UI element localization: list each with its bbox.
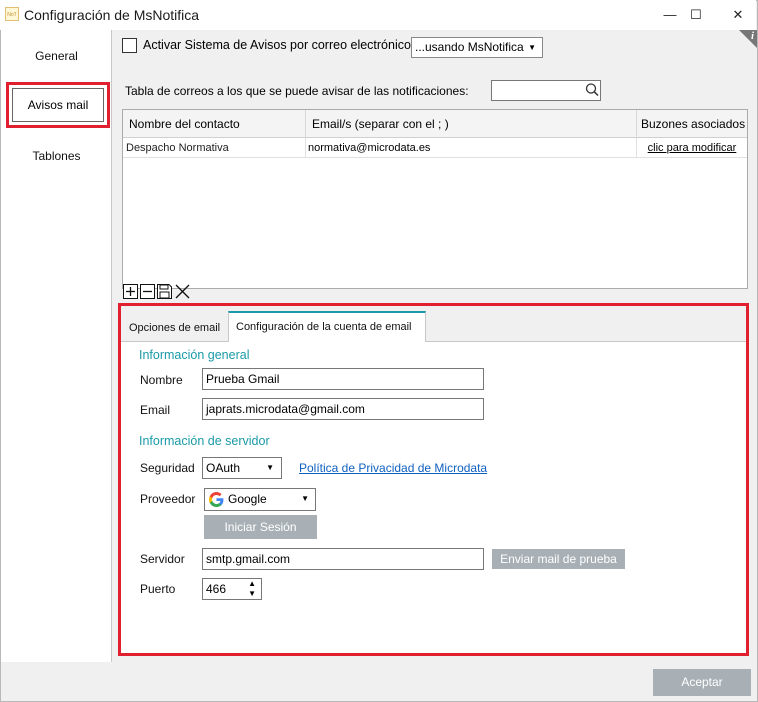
- contacts-table: Nombre del contacto Email/s (separar con…: [122, 109, 748, 289]
- search-icon[interactable]: [584, 82, 600, 98]
- remove-row-icon[interactable]: [140, 284, 155, 299]
- modo-aviso-select[interactable]: ...usando MsNotifica ▼: [411, 37, 543, 58]
- chevron-down-icon: ▼: [528, 43, 536, 52]
- sidebar-item-general[interactable]: General: [1, 38, 112, 74]
- table-cell-nombre[interactable]: Despacho Normativa: [123, 138, 306, 158]
- column-header-email[interactable]: Email/s (separar con el ; ): [306, 110, 637, 138]
- column-header-buzones[interactable]: Buzones asociados: [637, 110, 747, 138]
- delete-icon[interactable]: [175, 284, 190, 299]
- column-header-nombre[interactable]: Nombre del contacto: [123, 110, 306, 138]
- table-header: Nombre del contacto Email/s (separar con…: [123, 110, 747, 138]
- app-icon: NoT: [5, 7, 19, 21]
- highlight-frame: [118, 303, 749, 656]
- minimize-button[interactable]: —: [660, 5, 680, 25]
- activar-avisos-checkbox[interactable]: [122, 38, 137, 53]
- modificar-buzones-link[interactable]: clic para modificar: [637, 138, 747, 158]
- tabla-correos-label: Tabla de correos a los que se puede avis…: [125, 84, 469, 98]
- close-button[interactable]: ✕: [728, 5, 748, 25]
- sidebar-item-avisos-mail[interactable]: Avisos mail: [12, 88, 104, 122]
- sidebar-item-tablones[interactable]: Tablones: [1, 138, 112, 174]
- sidebar: General Avisos mail Tablones: [1, 30, 112, 662]
- sidebar-item-avisos-mail-highlight: Avisos mail: [6, 82, 110, 128]
- modo-aviso-value: ...usando MsNotifica: [415, 40, 524, 54]
- maximize-button[interactable]: ☐: [686, 5, 706, 25]
- window-title: Configuración de MsNotifica: [24, 7, 200, 23]
- save-icon[interactable]: [157, 284, 172, 299]
- aceptar-button[interactable]: Aceptar: [653, 669, 751, 696]
- table-cell-email[interactable]: normativa@microdata.es: [306, 138, 637, 158]
- activar-avisos-label[interactable]: Activar Sistema de Avisos por correo ele…: [143, 38, 411, 52]
- add-row-icon[interactable]: [123, 284, 138, 299]
